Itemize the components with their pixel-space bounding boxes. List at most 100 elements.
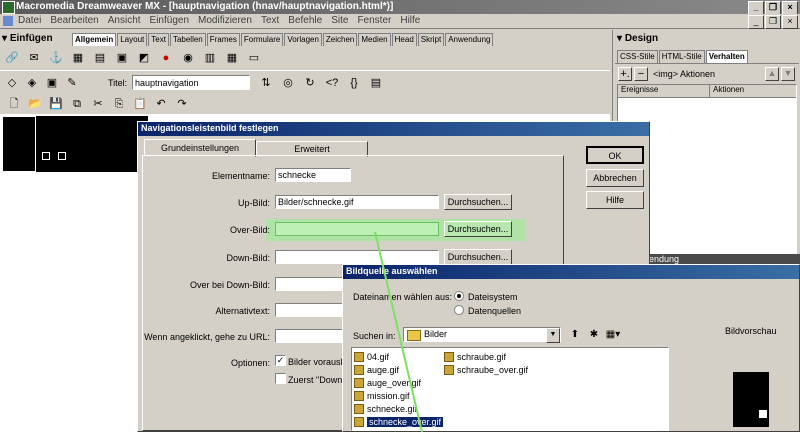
doc-close-button[interactable]: × xyxy=(782,15,798,29)
show-down-checkbox[interactable] xyxy=(275,373,286,384)
url-input[interactable] xyxy=(275,329,345,343)
tab-formulare[interactable]: Formulare xyxy=(240,33,284,46)
move-up-button[interactable]: ▲ xyxy=(765,67,779,81)
menu-item-site[interactable]: Site xyxy=(331,15,348,26)
reference-icon[interactable]: <?> xyxy=(324,75,340,105)
hyperlink-icon[interactable]: 🔗 xyxy=(4,50,20,66)
live-data-icon[interactable]: ✎ xyxy=(64,75,80,91)
image-icon[interactable]: ▣ xyxy=(114,50,130,66)
save-icon[interactable]: 💾 xyxy=(48,96,64,112)
design-panel-header[interactable]: ▾ Design xyxy=(617,33,658,44)
col-events[interactable]: Ereignisse xyxy=(618,85,710,97)
element-name-input[interactable] xyxy=(275,168,351,182)
menu-item-hilfe[interactable]: Hilfe xyxy=(400,15,420,26)
design-tab-verhalten[interactable]: Verhalten xyxy=(705,50,748,63)
down-image-input[interactable] xyxy=(275,250,439,264)
new-folder-icon[interactable]: ✱ xyxy=(586,327,602,343)
restore-button[interactable]: ❐ xyxy=(765,1,781,15)
menu-item-einfügen[interactable]: Einfügen xyxy=(150,15,189,26)
menu-item-text[interactable]: Text xyxy=(261,15,279,26)
tab-frames[interactable]: Frames xyxy=(206,33,240,46)
rollover-icon[interactable]: ◩ xyxy=(136,50,152,66)
table-icon[interactable]: ▦ xyxy=(70,50,86,66)
file-dialog-title-bar[interactable]: Bildquelle auswählen xyxy=(343,265,799,279)
over-down-input[interactable] xyxy=(275,277,345,291)
add-behavior-button[interactable]: +. xyxy=(618,67,632,81)
refresh-icon[interactable]: ↻ xyxy=(302,75,318,91)
undo-icon[interactable]: ↶ xyxy=(153,96,169,112)
cancel-button[interactable]: Abbrechen xyxy=(586,169,644,187)
paste-icon[interactable]: 📋 xyxy=(132,96,148,112)
file-item[interactable]: schnecke.gif xyxy=(354,402,443,415)
minimize-button[interactable]: _ xyxy=(748,1,764,15)
alt-text-input[interactable] xyxy=(275,303,345,317)
shockwave-icon[interactable]: ◉ xyxy=(180,50,196,66)
doc-minimize-button[interactable]: _ xyxy=(748,15,764,29)
tabular-data-icon[interactable]: ▦ xyxy=(224,50,240,66)
flash-icon[interactable]: ● xyxy=(158,50,174,66)
title-input[interactable] xyxy=(132,75,250,90)
design-tab-html-stile[interactable]: HTML-Stile xyxy=(658,50,705,63)
open-icon[interactable]: 📂 xyxy=(27,96,43,112)
down-browse-button[interactable]: Durchsuchen... xyxy=(444,249,512,265)
menu-item-ansicht[interactable]: Ansicht xyxy=(108,15,141,26)
file-item[interactable]: schraube.gif xyxy=(444,350,528,363)
file-list[interactable]: 04.gif auge.gif auge_over.gif mission.gif sc… xyxy=(351,347,669,431)
up-folder-icon[interactable]: ⬆ xyxy=(567,327,583,343)
tab-allgemein[interactable]: Allgemein xyxy=(72,33,117,46)
menu-item-bearbeiten[interactable]: Bearbeiten xyxy=(50,15,98,26)
view-options-icon[interactable]: ▤ xyxy=(368,75,384,91)
copy-icon[interactable]: ⎘ xyxy=(111,96,127,112)
file-item[interactable]: auge.gif xyxy=(354,363,443,376)
file-item[interactable]: mission.gif xyxy=(354,389,443,402)
insert-panel-header[interactable]: ▾ Einfügen xyxy=(2,33,53,44)
ok-button[interactable]: OK xyxy=(586,146,644,164)
up-browse-button[interactable]: Durchsuchen... xyxy=(444,194,512,210)
file-item[interactable]: auge_over.gif xyxy=(354,376,443,389)
tab-text[interactable]: Text xyxy=(148,33,169,46)
remove-behavior-button[interactable]: − xyxy=(634,67,648,81)
folder-select[interactable]: Bilder ▼ xyxy=(403,327,561,343)
menu-item-fenster[interactable]: Fenster xyxy=(357,15,391,26)
tab-anwendung[interactable]: Anwendung xyxy=(445,33,494,46)
comment-icon[interactable]: ▭ xyxy=(246,50,262,66)
tab-tabellen[interactable]: Tabellen xyxy=(169,33,206,46)
up-image-input[interactable] xyxy=(275,195,439,209)
menu-item-datei[interactable]: Datei xyxy=(18,15,41,26)
anchor-icon[interactable]: ⚓ xyxy=(48,50,64,66)
close-button[interactable]: × xyxy=(782,1,798,15)
cut-icon[interactable]: ✂ xyxy=(90,96,106,112)
col-actions[interactable]: Aktionen xyxy=(710,85,744,97)
redo-icon[interactable]: ↷ xyxy=(174,96,190,112)
tab-vorlagen[interactable]: Vorlagen xyxy=(284,33,322,46)
move-down-button[interactable]: ▼ xyxy=(781,67,795,81)
doc-restore-button[interactable]: ❐ xyxy=(765,15,781,29)
file-item[interactable]: schnecke_over.gif xyxy=(354,415,444,428)
split-view-icon[interactable]: ◈ xyxy=(24,75,40,91)
code-view-icon[interactable]: ◇ xyxy=(4,75,20,91)
save-all-icon[interactable]: ⧉ xyxy=(69,96,85,112)
layer-icon[interactable]: ▤ xyxy=(92,50,108,66)
help-button[interactable]: Hilfe xyxy=(586,191,644,209)
over-image-input[interactable] xyxy=(275,222,439,236)
selected-image[interactable] xyxy=(2,116,36,172)
menu-item-modifizieren[interactable]: Modifizieren xyxy=(198,15,252,26)
new-icon[interactable]: 🗋 xyxy=(6,96,22,112)
menu-item-befehle[interactable]: Befehle xyxy=(288,15,322,26)
email-icon[interactable]: ✉ xyxy=(26,50,42,66)
tab-zeichen[interactable]: Zeichen xyxy=(322,33,358,46)
preload-checkbox[interactable]: ✓ xyxy=(275,355,286,366)
tab-skript[interactable]: Skript xyxy=(417,33,445,46)
chevron-down-icon[interactable]: ▼ xyxy=(546,328,560,343)
radio-filesystem[interactable] xyxy=(454,291,464,301)
file-item[interactable]: 04.gif xyxy=(354,350,443,363)
file-item[interactable]: schraube_over.gif xyxy=(444,363,528,376)
file-management-icon[interactable]: ⇅ xyxy=(258,75,274,91)
design-tab-css-stile[interactable]: CSS-Stile xyxy=(617,50,658,63)
preview-icon[interactable]: ◎ xyxy=(280,75,296,91)
design-view-icon[interactable]: ▣ xyxy=(44,75,60,91)
code-nav-icon[interactable]: {} xyxy=(346,75,362,91)
date-icon[interactable]: ▥ xyxy=(202,50,218,66)
nav-dialog-title-bar[interactable]: Navigationsleistenbild festlegen xyxy=(138,122,649,136)
tab-layout[interactable]: Layout xyxy=(117,33,148,46)
